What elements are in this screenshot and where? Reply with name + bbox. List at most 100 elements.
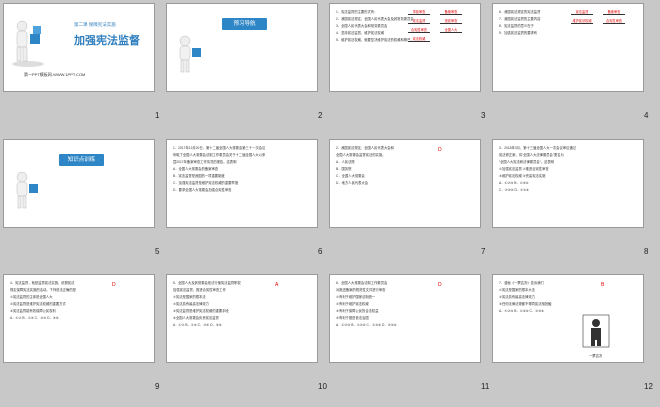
- fill-blank-answer: 备案审查: [603, 9, 625, 15]
- fill-blank-answer: 宪法监督: [408, 18, 430, 24]
- text-line: 2．我国宪法规定，全国人民代表大会及其常务委员会: [336, 17, 414, 21]
- slide-number: 5: [155, 247, 160, 256]
- cartoon-caption: 一票否决: [589, 354, 603, 358]
- fill-blank-answer: 违宪审查: [440, 18, 462, 24]
- text-line: 加强宪法监督，推进合宪性审查工作: [173, 288, 226, 292]
- text-line: D．要求全国人大常委会加强合宪性审查: [173, 188, 232, 192]
- person-figure-icon: [10, 170, 44, 215]
- slide-thumbnail-11[interactable]: 6．全国人大常委会法制工作委员会 对报送备案的规范性文件进行审查 ①有利于维护国家法…: [330, 275, 480, 362]
- answer-label: A: [275, 282, 279, 288]
- text-line: A．①②③ B．①③④ C．②③④: [499, 309, 545, 313]
- slide-thumbnail-2[interactable]: 预习导航: [167, 4, 317, 91]
- text-line: 7．我国宪法监督的主要内容: [499, 17, 541, 21]
- text-line: 6．我国宪法规定的宪法监督: [499, 10, 541, 14]
- text-line: 暨2017年备案审查工作情况的报告。这表明: [173, 160, 237, 164]
- text-line: D．地方人民代表大会: [336, 181, 369, 185]
- fill-blank-answer: 维护宪法权威: [571, 19, 593, 24]
- slide-number: 8: [644, 247, 649, 256]
- answer-label: D: [438, 282, 442, 288]
- slide-title: 加强宪法监督: [74, 35, 140, 47]
- section-banner: 知识点训练: [59, 154, 104, 166]
- slide-thumbnail-4[interactable]: 6．我国宪法规定的宪法监督 7．我国宪法监督的主要内容 8．宪法监督的意义在于 9．加…: [493, 4, 643, 91]
- slide-thumbnail-5[interactable]: 知识点训练: [4, 140, 154, 227]
- text-line: ②宪法具有最高法律效力: [499, 295, 535, 299]
- slide-thumbnail-8[interactable]: 3．2018年3月，第十三届全国人大一次会议审议通过 宪法修正案，将“全国人大法律…: [493, 140, 643, 227]
- text-line: ④全国人大常委会负责宪法监督: [173, 316, 219, 320]
- text-line: ①宪法是国家的根本大法: [499, 288, 535, 292]
- text-line: A．人民法院: [336, 160, 355, 164]
- fill-blank-answer: 全国人大: [440, 27, 462, 33]
- text-line: ①宪法是国家的根本法: [173, 295, 206, 299]
- cartoon-icon: [581, 313, 611, 358]
- slide-thumbnail-10[interactable]: 5．全国人大及其常委会依法行使宪法监督职权 加强宪法监督，推进合宪性审查工作 ①宪法…: [167, 275, 317, 362]
- text-line: ①有利于维护国家法制统一: [336, 295, 376, 299]
- text-line: “全国人大宪法和法律委员会”。这表明: [499, 160, 554, 164]
- section-banner: 预习导航: [222, 18, 267, 30]
- answer-label: D: [112, 282, 116, 288]
- text-line: ②宪法监督是维护宪法权威的重要方式: [10, 302, 66, 306]
- text-line: ②有利于维护宪法权威: [336, 302, 369, 306]
- text-line: 8．宪法监督的意义在于: [499, 24, 534, 28]
- text-line: A．①② B．①③ C．②③ D．③④: [10, 316, 59, 320]
- text-line: 1．宪法监督的主要形式有：: [336, 10, 378, 14]
- slide-number: 10: [318, 382, 327, 391]
- text-line: 听取了全国人大常委会法制工作委员会关于十二届全国人大以来: [173, 153, 266, 157]
- text-line: 1．2017年12月20日，第十二届全国人大常委会第三十一次会议: [173, 146, 266, 150]
- text-line: ③宪法监督能有效保障公民权利: [10, 309, 56, 313]
- text-line: 4．坚持宪法监督，维护宪法权威: [336, 31, 384, 35]
- text-line: 4．宪法监督，就是监督宪法实施，依照宪法: [10, 281, 75, 285]
- text-line: ①宪法监督的主体是全国人大: [10, 295, 53, 299]
- text-line: ③宪法监督是维护宪法权威的重要手段: [173, 309, 229, 313]
- fill-blank-answer: 合宪性审查: [408, 27, 430, 33]
- slide-thumbnail-12[interactable]: 7．漫画《一票否决》告诉我们 ①宪法是国家的根本大法 ②宪法具有最高法律效力 ③任何法…: [493, 275, 643, 362]
- text-line: ①加强宪法监督 ②推进合宪性审查: [499, 167, 549, 171]
- fill-blank-answer: 备案审查: [440, 9, 462, 15]
- text-line: ③维护宪法权威 ④完善宪法实施: [499, 174, 546, 178]
- fill-blank-answer: 宪法监督: [571, 9, 593, 15]
- slide-number: 6: [318, 247, 323, 256]
- slide-thumbnail-7[interactable]: 2．我国宪法规定，全国人民代表大会和 全国人大常委会监督宪法的实施。 A．人民法院 B…: [330, 140, 480, 227]
- slide-number: 11: [481, 382, 490, 391]
- text-line: 对报送备案的规范性文件进行审查: [336, 288, 386, 292]
- text-line: 5．维护宪法权威，就要坚决维护宪法的权威和尊严。: [336, 38, 414, 42]
- text-line: ③任何法律法规都不得同宪法相抵触: [499, 302, 552, 306]
- answer-label: B: [601, 282, 605, 288]
- lesson-subtitle: 第二课 保障宪法实施: [74, 22, 116, 27]
- text-line: C．②③④ D．①②④: [499, 188, 530, 192]
- text-line: A．①② B．①③ C．②④ D．③④: [173, 323, 222, 327]
- fill-blank-answer: 宪法权威: [408, 36, 430, 42]
- text-line: 2．我国宪法规定，全国人民代表大会和: [336, 146, 394, 150]
- text-line: C．加强宪法监督是维护宪法权威的重要举措: [173, 181, 239, 185]
- slide-thumbnail-3[interactable]: 1．宪法监督的主要形式有： 2．我国宪法规定，全国人民代表大会及其常务委员会 3．全…: [330, 4, 480, 91]
- text-line: A．①②③ B．①③④: [499, 181, 529, 185]
- answer-label: D: [438, 147, 442, 153]
- slide-number: 7: [481, 247, 486, 256]
- person-figure-icon: [8, 18, 48, 73]
- slide-number: 12: [644, 382, 653, 391]
- slide-number: 9: [155, 382, 160, 391]
- slide-number: 4: [644, 111, 649, 120]
- slide-number: 3: [481, 111, 486, 120]
- text-line: 3．2018年3月，第十三届全国人大一次会议审议通过: [499, 146, 576, 150]
- slide-thumbnail-6[interactable]: 1．2017年12月20日，第十二届全国人大常委会第三十一次会议 听取了全国人大常…: [167, 140, 317, 227]
- slide-number: 2: [318, 111, 323, 120]
- text-line: 6．全国人大常委会法制工作委员会: [336, 281, 388, 285]
- text-line: A．全国人大常委会的备案审查: [173, 167, 219, 171]
- text-line: B．宪法监督是我国的一项重要制度: [173, 174, 225, 178]
- slide-number: 1: [155, 111, 160, 120]
- text-line: 规定保障宪法实施的活动。下列说法正确的是: [10, 288, 76, 292]
- slide-thumbnail-9[interactable]: 4．宪法监督，就是监督宪法实施，依照宪法 规定保障宪法实施的活动。下列说法正确的是…: [4, 275, 154, 362]
- person-figure-icon: [173, 34, 207, 79]
- text-line: ②宪法具有最高法律效力: [173, 302, 209, 306]
- text-line: B．国务院: [336, 167, 352, 171]
- fill-blank-answer: 合宪性审查: [603, 18, 625, 24]
- text-line: 全国人大常委会监督宪法的实施。: [336, 153, 386, 157]
- slide-thumbnail-1[interactable]: 第二课 保障宪法实施 加强宪法监督 第一PPT模板网-WWW.1PPT.COM: [4, 4, 154, 91]
- text-line: 7．漫画《一票否决》告诉我们: [499, 281, 544, 285]
- text-line: 5．全国人大及其常委会依法行使宪法监督职权: [173, 281, 241, 285]
- text-line: 宪法修正案，将“全国人大法律委员会”更名为: [499, 153, 564, 157]
- text-line: A．①②③ B．①②④ C．①③④ D．②③④: [336, 323, 397, 327]
- text-line: 3．全国人民代表大会和常务委员会: [336, 24, 388, 28]
- text-line: C．全国人大常委会: [336, 174, 365, 178]
- text-line: 9．加强宪法监督的要求有: [499, 31, 538, 35]
